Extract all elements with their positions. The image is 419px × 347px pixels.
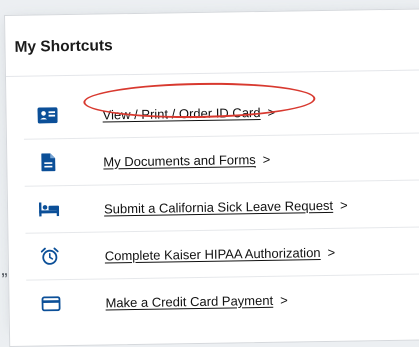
chevron-right-icon: >: [280, 292, 288, 308]
chevron-right-icon: >: [262, 151, 271, 167]
shortcut-documents[interactable]: My Documents and Forms >: [23, 133, 419, 187]
chevron-right-icon: >: [339, 197, 348, 213]
credit-card-icon: [39, 292, 61, 314]
shortcut-hipaa[interactable]: Complete Kaiser HIPAA Authorization >: [25, 227, 419, 281]
card-title: My Shortcuts: [14, 37, 113, 56]
document-icon: [37, 151, 59, 173]
shortcut-sick-leave[interactable]: Submit a California Sick Leave Request >: [24, 180, 419, 234]
shortcuts-card: My Shortcuts View / Print / Order ID Car…: [4, 8, 419, 347]
chevron-right-icon: >: [327, 244, 336, 260]
shortcut-link[interactable]: View / Print / Order ID Card: [102, 104, 260, 121]
shortcut-link[interactable]: Submit a California Sick Leave Request: [104, 197, 333, 216]
shortcut-link[interactable]: My Documents and Forms: [103, 152, 256, 169]
id-card-icon: [36, 104, 58, 126]
alarm-clock-icon: [39, 245, 61, 267]
shortcuts-list: View / Print / Order ID Card > My Docume…: [6, 66, 419, 327]
bed-icon: [38, 198, 60, 220]
chevron-right-icon: >: [267, 104, 276, 120]
shortcut-link[interactable]: Make a Credit Card Payment: [105, 292, 273, 310]
shortcut-link[interactable]: Complete Kaiser HIPAA Authorization: [105, 245, 321, 263]
shortcut-credit-card[interactable]: Make a Credit Card Payment >: [26, 274, 419, 326]
shortcut-id-card[interactable]: View / Print / Order ID Card >: [23, 81, 419, 140]
card-header: My Shortcuts: [5, 13, 419, 77]
